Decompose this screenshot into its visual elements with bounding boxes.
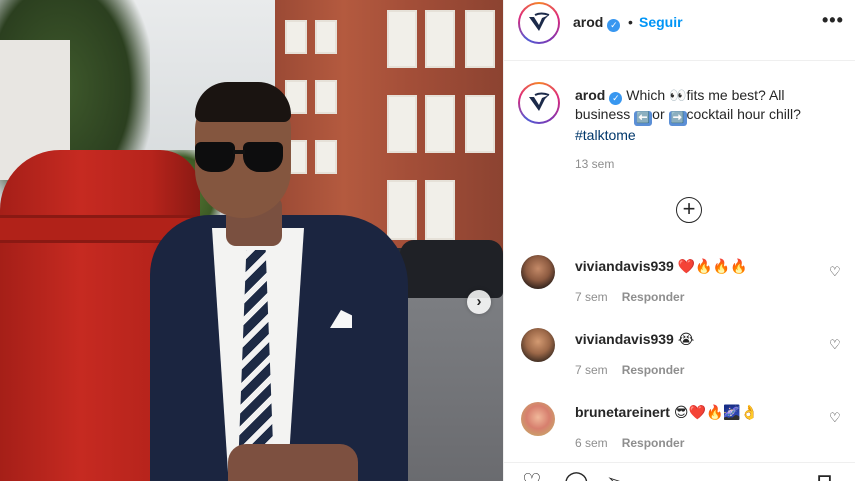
photo-hands <box>228 444 358 481</box>
action-bar: ♡ ◯ ➢ ⊓ <box>504 462 855 481</box>
more-options-icon[interactable]: ••• <box>822 10 844 31</box>
post-header: arod ✓ • Seguir ••• <box>504 0 855 61</box>
comment-text: 😎❤️🔥🌌👌 <box>673 404 759 420</box>
commenter-avatar[interactable] <box>521 402 555 436</box>
comment-text: 😭 <box>677 331 695 347</box>
post-photo[interactable]: › <box>0 0 503 481</box>
author-avatar[interactable] <box>518 2 560 44</box>
comment-like-heart-icon[interactable]: ♡ <box>829 410 841 426</box>
save-bookmark-icon[interactable]: ⊓ <box>816 471 833 481</box>
load-more-comments-icon[interactable]: + <box>676 197 702 223</box>
caption-text-1: Which <box>626 87 670 103</box>
arod-logo-icon <box>529 12 550 31</box>
photo-sunglasses <box>193 140 285 174</box>
comment-username[interactable]: viviandavis939 <box>575 331 674 347</box>
commenter-avatar[interactable] <box>521 328 555 362</box>
photo-car <box>400 240 503 298</box>
arod-logo-icon <box>529 92 550 111</box>
comment-item: brunetareinert 😎❤️🔥🌌👌 <box>575 404 758 421</box>
verified-badge-icon: ✓ <box>609 92 623 105</box>
share-send-icon[interactable]: ➢ <box>606 471 624 481</box>
reply-button[interactable]: Responder <box>622 290 685 304</box>
follow-button[interactable]: Seguir <box>639 14 683 30</box>
hashtag-link[interactable]: #talktome <box>575 127 636 143</box>
comment-bubble-icon[interactable]: ◯ <box>564 471 589 481</box>
caption-username[interactable]: arod <box>575 87 605 103</box>
verified-badge-icon: ✓ <box>607 19 621 32</box>
comment-item: viviandavis939 ❤️🔥🔥🔥 <box>575 258 748 275</box>
like-heart-icon[interactable]: ♡ <box>522 471 542 481</box>
comment-meta: 6 sem Responder <box>575 436 684 450</box>
comment-meta: 7 sem Responder <box>575 290 684 304</box>
separator-dot: • <box>628 14 633 30</box>
commenter-avatar[interactable] <box>521 255 555 289</box>
comment-time[interactable]: 7 sem <box>575 290 608 304</box>
comment-username[interactable]: viviandavis939 <box>575 258 674 274</box>
comment-item: viviandavis939 😭 <box>575 331 694 348</box>
right-arrow-emoji: ➡️ <box>668 111 687 126</box>
post-timestamp[interactable]: 13 sem <box>575 157 614 171</box>
left-arrow-emoji: ⬅️ <box>634 111 653 126</box>
post-panel: arod ✓ • Seguir ••• arod ✓ Which 👀fits me … <box>503 0 855 481</box>
reply-button[interactable]: Responder <box>622 363 685 377</box>
caption-text-4: cocktail hour chill? <box>686 106 801 122</box>
caption-author-avatar[interactable] <box>518 82 560 124</box>
reply-button[interactable]: Responder <box>622 436 685 450</box>
comment-time[interactable]: 7 sem <box>575 363 608 377</box>
comment-text: ❤️🔥🔥🔥 <box>677 258 748 274</box>
post-caption: arod ✓ Which 👀fits me best? All business … <box>575 86 837 145</box>
comment-username[interactable]: brunetareinert <box>575 404 670 420</box>
caption-text-3: or <box>652 106 669 122</box>
comment-like-heart-icon[interactable]: ♡ <box>829 337 841 353</box>
author-username[interactable]: arod ✓ <box>573 14 621 32</box>
comment-meta: 7 sem Responder <box>575 363 684 377</box>
comment-like-heart-icon[interactable]: ♡ <box>829 264 841 280</box>
comment-time[interactable]: 6 sem <box>575 436 608 450</box>
eyes-emoji: 👀 <box>669 87 687 103</box>
next-photo-button[interactable]: › <box>467 290 491 314</box>
photo-hair <box>195 82 291 122</box>
author-username-text[interactable]: arod <box>573 14 603 30</box>
